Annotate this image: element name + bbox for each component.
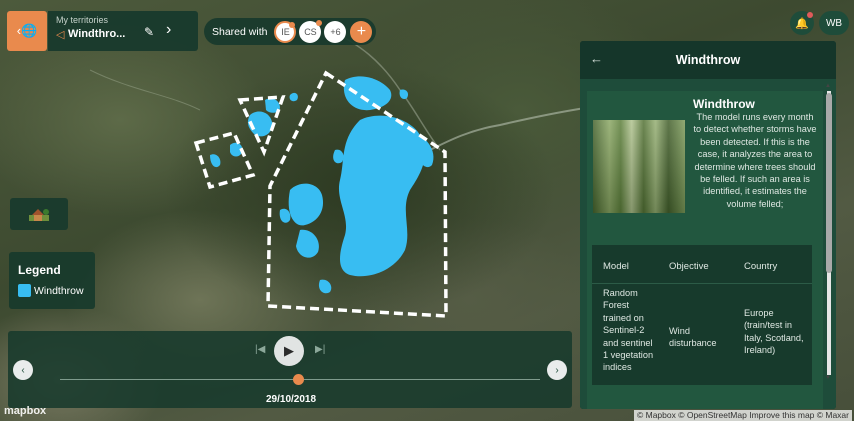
scroll-up-icon[interactable]: ▲ bbox=[825, 83, 831, 89]
timeline-prev-button[interactable]: ‹ bbox=[13, 360, 33, 380]
legend-item-label: Windthrow bbox=[34, 285, 84, 297]
panel-title: Windthrow bbox=[675, 53, 741, 67]
table-cell-objective: Wind disturbance bbox=[669, 326, 717, 349]
scroll-down-icon[interactable]: ▼ bbox=[825, 375, 831, 381]
legend-swatch-windthrow bbox=[18, 284, 31, 297]
shared-user-avatar[interactable]: CS bbox=[299, 19, 323, 43]
shared-with-label: Shared with bbox=[212, 25, 268, 38]
forest-thumbnail bbox=[593, 120, 685, 213]
table-header: Objective bbox=[669, 261, 709, 272]
share-icon: ◁ bbox=[56, 29, 65, 41]
table-header: Model bbox=[603, 261, 629, 272]
chevron-right-icon[interactable]: › bbox=[166, 21, 171, 39]
model-card-title: Windthrow bbox=[693, 97, 755, 111]
territory-selector[interactable]: My territories ◁ Windthro... ✎ › bbox=[48, 11, 198, 51]
timeline-handle[interactable] bbox=[293, 374, 304, 385]
panel-header: ← Windthrow bbox=[580, 41, 836, 79]
model-card: Windthrow The model runs every month to … bbox=[587, 91, 823, 409]
model-description: The model runs every month to detect whe… bbox=[693, 112, 817, 209]
territory-caption: My territories bbox=[56, 15, 109, 25]
table-cell-country: Europe (train/test in Italy, Scotland, I… bbox=[744, 308, 804, 356]
basemap-toggle-button[interactable] bbox=[10, 198, 68, 230]
scrollbar-thumb[interactable] bbox=[826, 93, 832, 273]
skip-forward-icon[interactable]: ▶| bbox=[315, 344, 325, 355]
mapbox-logo[interactable]: mapbox bbox=[4, 405, 46, 417]
territory-name: Windthro... bbox=[68, 28, 126, 40]
add-share-button[interactable]: + bbox=[350, 20, 373, 43]
notification-dot bbox=[807, 12, 813, 18]
chevron-left-icon: ‹ bbox=[21, 364, 25, 376]
windthrow-areas bbox=[210, 76, 434, 294]
shared-with-bar: Shared with IE CS +6 + bbox=[204, 18, 376, 45]
panel-body: Windthrow The model runs every month to … bbox=[580, 79, 836, 409]
pencil-icon[interactable]: ✎ bbox=[144, 25, 154, 39]
timeline-date: 29/10/2018 bbox=[266, 394, 317, 405]
notification-bell-button[interactable]: 🔔 bbox=[790, 11, 814, 35]
model-info-table: Model Objective Country Random Forest tr… bbox=[592, 245, 812, 385]
shared-user-avatar[interactable]: IE bbox=[274, 20, 297, 43]
user-avatar-button[interactable]: WB bbox=[819, 11, 849, 35]
chevron-right-icon: › bbox=[555, 364, 559, 376]
map-attribution[interactable]: © Mapbox © OpenStreetMap Improve this ma… bbox=[633, 410, 852, 421]
house-landscape-icon bbox=[29, 209, 49, 221]
skip-back-icon[interactable]: |◀ bbox=[255, 344, 265, 355]
play-icon: ▶ bbox=[284, 343, 294, 358]
table-cell-model: Random Forest trained on Sentinel-2 and … bbox=[603, 288, 654, 373]
timeline-player: |◀ ▶ ▶| ‹ › 29/10/2018 bbox=[8, 331, 572, 408]
shared-more-count[interactable]: +6 bbox=[324, 20, 347, 43]
table-header: Country bbox=[744, 261, 778, 272]
play-button[interactable]: ▶ bbox=[274, 336, 304, 366]
bell-icon: 🔔 bbox=[795, 17, 809, 30]
map-legend: Legend Windthrow bbox=[9, 252, 95, 309]
layer-info-panel: ← Windthrow Windthrow The model runs eve… bbox=[580, 41, 836, 409]
legend-title: Legend bbox=[18, 263, 61, 277]
timeline-next-button[interactable]: › bbox=[547, 360, 567, 380]
territories-back-button[interactable]: ‹🌐 bbox=[7, 11, 47, 51]
globe-back-icon: ‹🌐 bbox=[16, 23, 38, 38]
panel-scrollbar[interactable]: ▲ ▼ bbox=[825, 83, 833, 383]
table-divider bbox=[592, 283, 812, 284]
